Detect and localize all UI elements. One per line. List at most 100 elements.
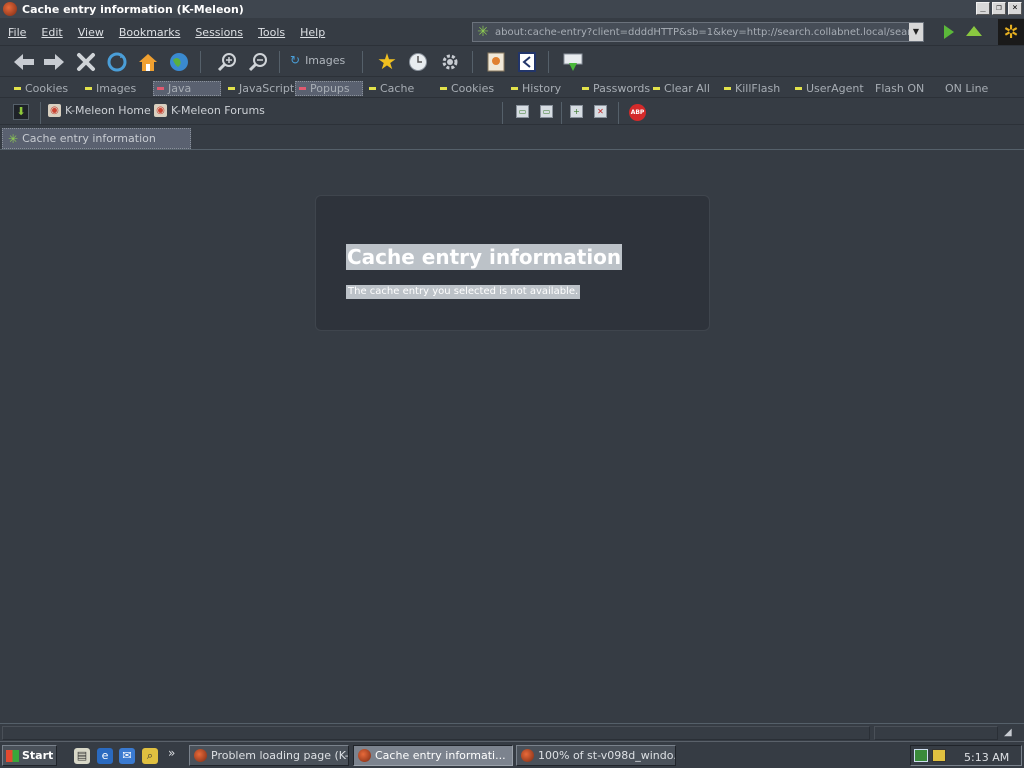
url-input[interactable] <box>495 26 909 38</box>
bookmark-k-meleon-forums[interactable]: ◉ K-Meleon Forums <box>154 104 265 117</box>
menu-help[interactable]: Help <box>300 26 325 39</box>
history-clock-icon[interactable] <box>406 50 430 74</box>
error-card: Cache entry information The cache entry … <box>315 195 710 331</box>
menu-sessions[interactable]: Sessions <box>195 26 243 39</box>
resize-grip-icon[interactable]: ◢ <box>1004 727 1012 738</box>
yellow-led-icon <box>582 87 589 90</box>
search-folder-icon[interactable]: ⌕ <box>142 748 158 764</box>
toolbar-separator <box>561 102 562 124</box>
taskbar: Start ▤ e ✉ ⌕ » Problem loading page (K-… <box>0 741 1024 768</box>
network-tray-icon[interactable] <box>914 749 928 762</box>
menu-tools[interactable]: Tools <box>258 26 285 39</box>
close-button[interactable]: × <box>1008 2 1022 15</box>
toggle-javascript[interactable]: JavaScript <box>225 81 297 96</box>
tab-bar: ✳ Cache entry information <box>0 126 1024 150</box>
toggle-popups[interactable]: Popups <box>295 81 363 96</box>
download-manager-icon[interactable] <box>561 50 585 74</box>
user-agent[interactable]: UserAgent <box>792 81 867 96</box>
red-led-icon <box>157 87 164 90</box>
k-meleon-favicon-icon: ◉ <box>48 104 61 117</box>
status-bar: ◢ <box>0 723 1024 741</box>
go-up-button[interactable] <box>966 26 982 36</box>
restore-button[interactable]: ❐ <box>992 2 1006 15</box>
download-arrow-icon[interactable]: ⬇ <box>13 104 29 120</box>
page-source-icon[interactable] <box>484 50 508 74</box>
view-source-icon[interactable] <box>515 50 539 74</box>
yellow-led-icon <box>440 87 447 90</box>
menu-view[interactable]: View <box>78 26 104 39</box>
quick-launch-overflow-icon[interactable]: » <box>168 746 175 760</box>
toggle-cache[interactable]: Cache <box>366 81 417 96</box>
task-problem-loading[interactable]: Problem loading page (K-... <box>189 745 349 766</box>
outlook-express-icon[interactable]: ✉ <box>119 748 135 764</box>
go-button[interactable] <box>944 25 954 39</box>
yellow-led-icon <box>85 87 92 90</box>
bookmark-k-meleon-home[interactable]: ◉ K-Meleon Home <box>48 104 151 117</box>
bookmark-star-icon[interactable]: ★ <box>375 50 399 75</box>
k-meleon-favicon-icon: ◉ <box>154 104 167 117</box>
internet-explorer-icon[interactable]: e <box>97 748 113 764</box>
toolbar-separator <box>472 51 473 73</box>
task-download[interactable]: 100% of st-v098d_windo... <box>516 745 676 766</box>
red-led-icon <box>299 87 306 90</box>
security-tray-icon[interactable] <box>932 749 946 762</box>
k-meleon-icon[interactable] <box>3 2 17 16</box>
online-toggle[interactable]: ON Line <box>942 81 991 96</box>
menu-bookmarks[interactable]: Bookmarks <box>119 26 180 39</box>
adblock-plus-icon[interactable]: ABP <box>629 104 646 121</box>
toolbar-separator <box>362 51 363 73</box>
tab-cache-entry[interactable]: ✳ Cache entry information <box>2 128 191 149</box>
k-meleon-throbber-icon: ✲ <box>998 19 1024 45</box>
error-message: The cache entry you selected is not avai… <box>346 285 581 299</box>
clear-history[interactable]: History <box>508 81 564 96</box>
forward-arrow-icon[interactable] <box>42 50 66 74</box>
toolbar-separator <box>279 51 280 73</box>
zoom-out-icon[interactable] <box>246 50 270 74</box>
flash-on[interactable]: Flash ON <box>872 81 927 96</box>
images-toggle-icon: ↻ <box>290 53 301 67</box>
back-arrow-icon[interactable] <box>12 50 36 74</box>
stop-icon[interactable] <box>74 50 98 74</box>
kill-flash[interactable]: KillFlash <box>721 81 783 96</box>
menu-edit[interactable]: Edit <box>41 26 62 39</box>
start-button[interactable]: Start <box>2 745 57 766</box>
yellow-led-icon <box>369 87 376 90</box>
toolbar-separator <box>548 51 549 73</box>
close-tab-icon[interactable]: ✕ <box>594 105 607 118</box>
clear-all[interactable]: Clear All <box>650 81 713 96</box>
window-controls: _ ❐ × <box>976 2 1022 15</box>
settings-gear-icon[interactable] <box>438 50 462 74</box>
yellow-led-icon <box>795 87 802 90</box>
clear-cookies[interactable]: Cookies <box>437 81 497 96</box>
new-tab-icon[interactable]: ▭ <box>540 105 553 118</box>
clear-passwords[interactable]: Passwords <box>579 81 653 96</box>
menu-file[interactable]: File <box>8 26 26 39</box>
add-layer-icon[interactable]: + <box>570 105 583 118</box>
windows-flag-icon <box>6 749 19 762</box>
yellow-led-icon <box>228 87 235 90</box>
toolbar-separator <box>502 102 503 124</box>
zoom-in-icon[interactable] <box>215 50 239 74</box>
toggle-java[interactable]: Java <box>153 81 221 96</box>
home-icon[interactable] <box>136 50 160 74</box>
url-dropdown-icon[interactable]: ▼ <box>909 23 923 41</box>
minimize-button[interactable]: _ <box>976 2 990 15</box>
images-button[interactable]: ↻ Images <box>290 53 345 67</box>
page-content: Cache entry information The cache entry … <box>0 151 1024 723</box>
toggle-cookies[interactable]: Cookies <box>11 81 71 96</box>
task-cache-entry[interactable]: Cache entry informati... <box>353 745 513 766</box>
toggle-images[interactable]: Images <box>82 81 139 96</box>
loading-spark-icon: ✳ <box>8 131 19 146</box>
bookmarks-toolbar: ◉ K-Meleon Home ◉ K-Meleon Forums <box>0 99 1024 125</box>
show-desktop-icon[interactable]: ▤ <box>74 748 90 764</box>
reload-icon[interactable] <box>105 50 129 74</box>
loading-spark-icon: ✳ <box>477 24 489 40</box>
toolbar-separator <box>618 102 619 124</box>
clock: 5:13 AM <box>964 751 1010 764</box>
toolbar-separator <box>200 51 201 73</box>
globe-icon[interactable] <box>167 50 191 74</box>
yellow-led-icon <box>724 87 731 90</box>
new-window-icon[interactable]: ▭ <box>516 105 529 118</box>
title-bar: Cache entry information (K-Meleon) _ ❐ × <box>0 0 1024 18</box>
k-meleon-task-icon <box>521 749 534 762</box>
